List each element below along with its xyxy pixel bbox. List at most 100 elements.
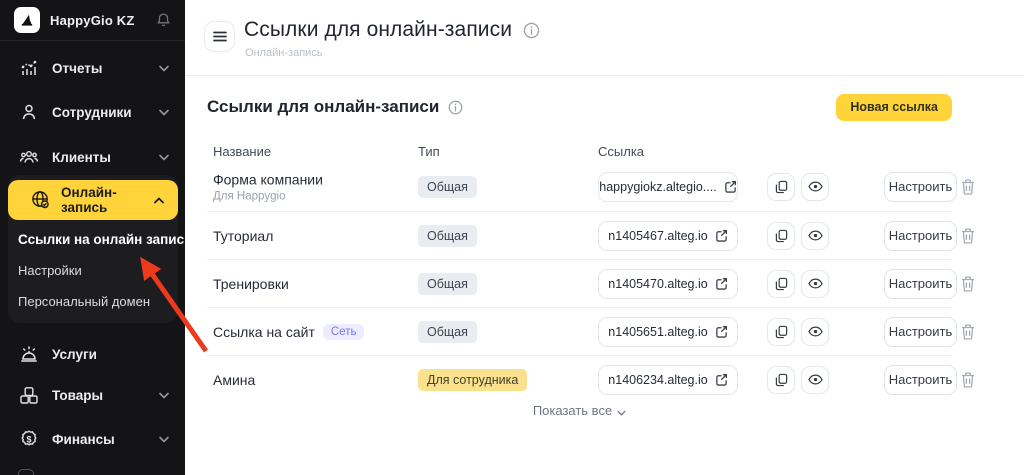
preview-button[interactable] <box>801 173 829 201</box>
trash-icon <box>961 228 975 244</box>
copy-button[interactable] <box>767 270 795 298</box>
sidebar-item-label: Услуги <box>52 347 97 362</box>
configure-button[interactable]: Настроить <box>884 221 957 251</box>
table-row: Ссылка на сайт Сеть Общая n1405651.alteg.… <box>207 307 952 355</box>
svg-text:$: $ <box>26 434 31 444</box>
eye-icon <box>808 278 823 289</box>
sidebar-item-online-booking[interactable]: Онлайн-запись <box>8 180 178 220</box>
copy-button[interactable] <box>767 318 795 346</box>
submenu-item-settings[interactable]: Настройки <box>18 259 176 281</box>
link-url-button[interactable]: n1405470.alteg.io <box>598 269 738 299</box>
external-link-icon <box>715 277 728 290</box>
eye-icon <box>808 181 823 192</box>
people-group-icon <box>18 146 40 168</box>
type-badge: Общая <box>418 321 477 343</box>
link-name: Ссылка на сайт <box>213 324 315 340</box>
show-all-label: Показать все <box>533 403 612 418</box>
breadcrumb: Онлайн-запись <box>245 47 323 59</box>
sidebar-item-goods[interactable]: Товары <box>0 377 185 413</box>
copy-icon <box>775 180 788 194</box>
sidebar-item-label: Отчеты <box>52 61 102 76</box>
brand-bar: HappyGio KZ <box>0 0 185 41</box>
preview-button[interactable] <box>801 270 829 298</box>
column-header-type: Тип <box>418 144 440 159</box>
configure-button[interactable]: Настроить <box>884 269 957 299</box>
sidebar-item-employees[interactable]: Сотрудники <box>0 94 185 130</box>
delete-button[interactable] <box>961 324 975 340</box>
preview-button[interactable] <box>801 366 829 394</box>
delete-button[interactable] <box>961 372 975 388</box>
menu-toggle-button[interactable] <box>204 21 235 52</box>
configure-button[interactable]: Настроить <box>884 317 957 347</box>
trash-icon <box>961 276 975 292</box>
chevron-down-icon <box>159 392 169 399</box>
table-header: Название Тип Ссылка <box>185 144 1024 162</box>
notifications-bell-icon[interactable] <box>156 12 171 28</box>
sidebar-item-label: Клиенты <box>52 150 111 165</box>
show-all-link[interactable]: Показать все <box>207 403 952 418</box>
coin-dollar-icon: $ <box>18 428 40 450</box>
copy-button[interactable] <box>767 366 795 394</box>
sidebar-item-label: Сотрудники <box>52 105 132 120</box>
sidebar-item-clients[interactable]: Клиенты <box>0 139 185 175</box>
sidebar-item-services[interactable]: Услуги <box>0 336 185 372</box>
table-row: Тренировки Общая n1405470.alteg.io Настр… <box>207 259 952 307</box>
submenu-item-booking-links[interactable]: Ссылки на онлайн запись <box>18 228 176 250</box>
link-name: Форма компании <box>213 171 323 187</box>
header-divider <box>185 75 1024 76</box>
chevron-up-icon <box>154 197 164 204</box>
submenu-item-personal-domain[interactable]: Персональный домен <box>18 290 176 312</box>
trash-icon <box>961 179 975 195</box>
column-header-name: Название <box>213 144 271 159</box>
main-area: Ссылки для онлайн-записи Онлайн-запись С… <box>185 0 1024 475</box>
column-header-link: Ссылка <box>598 144 644 159</box>
copy-button[interactable] <box>767 173 795 201</box>
brand-logo[interactable] <box>14 7 40 33</box>
type-badge: Общая <box>418 176 477 198</box>
copy-icon <box>775 373 788 387</box>
link-url-button[interactable]: n1405651.alteg.io <box>598 317 738 347</box>
sidebar-item-reports[interactable]: Отчеты <box>0 50 185 86</box>
trash-icon <box>961 324 975 340</box>
link-subtitle: Для Happygio <box>213 190 323 202</box>
table-row: Форма компании Для Happygio Общая happyg… <box>207 162 952 211</box>
link-url-button[interactable]: n1406234.alteg.io <box>598 365 738 395</box>
globe-icon <box>30 189 51 211</box>
link-url: n1406234.alteg.io <box>608 373 707 387</box>
type-badge: Общая <box>418 273 477 295</box>
sidebar-item-label: Товары <box>52 388 103 403</box>
delete-button[interactable] <box>961 179 975 195</box>
preview-button[interactable] <box>801 222 829 250</box>
chevron-down-icon <box>159 154 169 161</box>
preview-button[interactable] <box>801 318 829 346</box>
online-booking-submenu-panel: Онлайн-запись Ссылки на онлайн запись На… <box>8 175 178 323</box>
new-link-button[interactable]: Новая ссылка <box>836 94 952 121</box>
sidebar-item-finance[interactable]: $ Финансы <box>0 421 185 457</box>
link-url-button[interactable]: happygiokz.altegio.... <box>598 172 738 202</box>
type-badge: Для сотрудника <box>418 369 527 391</box>
eye-icon <box>808 374 823 385</box>
brand-name: HappyGio KZ <box>50 13 135 28</box>
external-link-icon <box>724 180 737 193</box>
info-icon[interactable] <box>448 100 463 115</box>
link-url-button[interactable]: n1405467.alteg.io <box>598 221 738 251</box>
external-link-icon <box>715 325 728 338</box>
link-url: n1405470.alteg.io <box>608 277 707 291</box>
info-icon[interactable] <box>523 22 540 39</box>
configure-button[interactable]: Настроить <box>884 365 957 395</box>
chevron-down-icon <box>159 109 169 116</box>
chevron-down-icon <box>159 436 169 443</box>
sidebar-item-label: Онлайн-запись <box>61 185 154 215</box>
link-name: Амина <box>213 372 255 388</box>
delete-button[interactable] <box>961 228 975 244</box>
configure-button[interactable]: Настроить <box>884 172 957 202</box>
delete-button[interactable] <box>961 276 975 292</box>
link-url: happygiokz.altegio.... <box>599 180 716 194</box>
network-tag: Сеть <box>323 324 365 340</box>
mountain-logo-icon <box>19 12 35 28</box>
link-name: Тренировки <box>213 276 289 292</box>
link-url: n1405651.alteg.io <box>608 325 707 339</box>
copy-button[interactable] <box>767 222 795 250</box>
eye-icon <box>808 326 823 337</box>
service-bell-icon <box>18 343 40 365</box>
